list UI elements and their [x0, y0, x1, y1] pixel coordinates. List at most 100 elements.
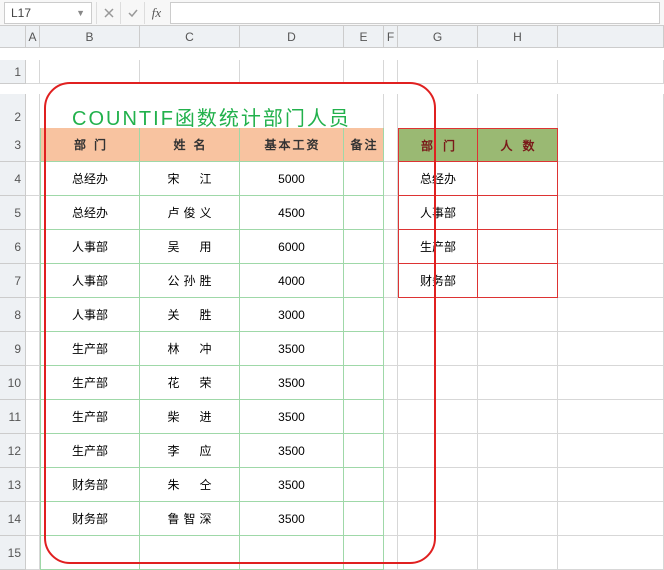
column-header[interactable]: A [26, 26, 40, 48]
main-cell-dept[interactable]: 财务部 [40, 468, 140, 502]
main-cell-salary[interactable]: 4500 [240, 196, 344, 230]
row-header[interactable]: 13 [0, 468, 26, 502]
chevron-down-icon[interactable]: ▼ [76, 8, 85, 18]
cell[interactable] [26, 536, 40, 570]
main-cell-note[interactable] [344, 366, 384, 400]
main-cell-salary[interactable]: 3500 [240, 434, 344, 468]
summary-cell-dept[interactable]: 总经办 [398, 162, 478, 196]
cell[interactable] [26, 230, 40, 264]
cell[interactable] [240, 60, 344, 84]
main-cell-salary[interactable]: 3000 [240, 298, 344, 332]
cell[interactable] [26, 434, 40, 468]
main-cell-name[interactable]: 柴 进 [140, 400, 240, 434]
cell[interactable] [26, 332, 40, 366]
column-header[interactable]: D [240, 26, 344, 48]
column-header[interactable]: E [344, 26, 384, 48]
cell[interactable] [140, 60, 240, 84]
main-cell-note[interactable] [344, 162, 384, 196]
main-cell-dept[interactable]: 总经办 [40, 162, 140, 196]
cell[interactable] [558, 502, 664, 536]
main-cell-name[interactable]: 李 应 [140, 434, 240, 468]
main-cell-dept[interactable]: 总经办 [40, 196, 140, 230]
cell[interactable] [398, 502, 478, 536]
main-header-dept[interactable]: 部门 [40, 128, 140, 162]
main-cell-note[interactable] [344, 502, 384, 536]
cell[interactable] [558, 434, 664, 468]
cell[interactable] [384, 468, 398, 502]
cell[interactable] [344, 60, 384, 84]
summary-cell-dept[interactable]: 财务部 [398, 264, 478, 298]
main-cell-note[interactable] [344, 196, 384, 230]
column-header[interactable]: H [478, 26, 558, 48]
cell[interactable] [384, 60, 398, 84]
cell[interactable] [478, 298, 558, 332]
row-header[interactable]: 3 [0, 128, 26, 162]
column-header[interactable]: C [140, 26, 240, 48]
cell[interactable] [478, 434, 558, 468]
main-cell-name[interactable]: 鲁智深 [140, 502, 240, 536]
main-cell-dept[interactable]: 生产部 [40, 366, 140, 400]
cell[interactable] [558, 332, 664, 366]
cell[interactable] [478, 60, 558, 84]
main-cell-empty[interactable] [344, 536, 384, 570]
main-cell-dept[interactable]: 财务部 [40, 502, 140, 536]
row-header[interactable]: 10 [0, 366, 26, 400]
cell[interactable] [558, 196, 664, 230]
cell[interactable] [384, 196, 398, 230]
cell[interactable] [26, 162, 40, 196]
row-header[interactable]: 15 [0, 536, 26, 570]
cell[interactable] [398, 400, 478, 434]
cell[interactable] [478, 366, 558, 400]
summary-cell-count[interactable] [478, 196, 558, 230]
main-cell-salary[interactable]: 3500 [240, 332, 344, 366]
row-header[interactable]: 6 [0, 230, 26, 264]
row-header[interactable]: 8 [0, 298, 26, 332]
main-cell-note[interactable] [344, 400, 384, 434]
main-cell-salary[interactable]: 3500 [240, 468, 344, 502]
cell[interactable] [384, 128, 398, 162]
row-header[interactable]: 9 [0, 332, 26, 366]
cell[interactable] [558, 60, 664, 84]
main-cell-name[interactable]: 宋 江 [140, 162, 240, 196]
cell[interactable] [384, 400, 398, 434]
main-cell-salary[interactable]: 3500 [240, 366, 344, 400]
cell[interactable] [26, 196, 40, 230]
main-cell-name[interactable]: 公孙胜 [140, 264, 240, 298]
cell[interactable] [398, 366, 478, 400]
name-box[interactable]: L17 ▼ [4, 2, 92, 24]
main-cell-dept[interactable]: 生产部 [40, 332, 140, 366]
cell[interactable] [558, 536, 664, 570]
insert-function-button[interactable]: fx [144, 2, 168, 24]
main-cell-name[interactable]: 林 冲 [140, 332, 240, 366]
main-cell-dept[interactable]: 生产部 [40, 400, 140, 434]
main-header-salary[interactable]: 基本工资 [240, 128, 344, 162]
cell[interactable] [40, 60, 140, 84]
cell[interactable] [26, 468, 40, 502]
cell[interactable] [26, 298, 40, 332]
row-header[interactable]: 7 [0, 264, 26, 298]
main-cell-note[interactable] [344, 332, 384, 366]
summary-cell-count[interactable] [478, 230, 558, 264]
cell[interactable] [26, 400, 40, 434]
cell[interactable] [398, 434, 478, 468]
main-cell-salary[interactable]: 5000 [240, 162, 344, 196]
main-header-name[interactable]: 姓名 [140, 128, 240, 162]
main-cell-name[interactable]: 卢俊义 [140, 196, 240, 230]
cell[interactable] [558, 400, 664, 434]
summary-header-dept[interactable]: 部门 [398, 128, 478, 162]
main-cell-name[interactable]: 朱 仝 [140, 468, 240, 502]
main-cell-empty[interactable] [240, 536, 344, 570]
cell[interactable] [398, 332, 478, 366]
cell[interactable] [26, 366, 40, 400]
cell[interactable] [478, 536, 558, 570]
main-cell-empty[interactable] [40, 536, 140, 570]
formula-input[interactable] [170, 2, 660, 24]
cell[interactable] [384, 366, 398, 400]
main-cell-dept[interactable]: 人事部 [40, 298, 140, 332]
cell[interactable] [384, 298, 398, 332]
cell[interactable] [26, 128, 40, 162]
summary-cell-dept[interactable]: 生产部 [398, 230, 478, 264]
cell[interactable] [384, 264, 398, 298]
cell[interactable] [384, 332, 398, 366]
summary-cell-dept[interactable]: 人事部 [398, 196, 478, 230]
